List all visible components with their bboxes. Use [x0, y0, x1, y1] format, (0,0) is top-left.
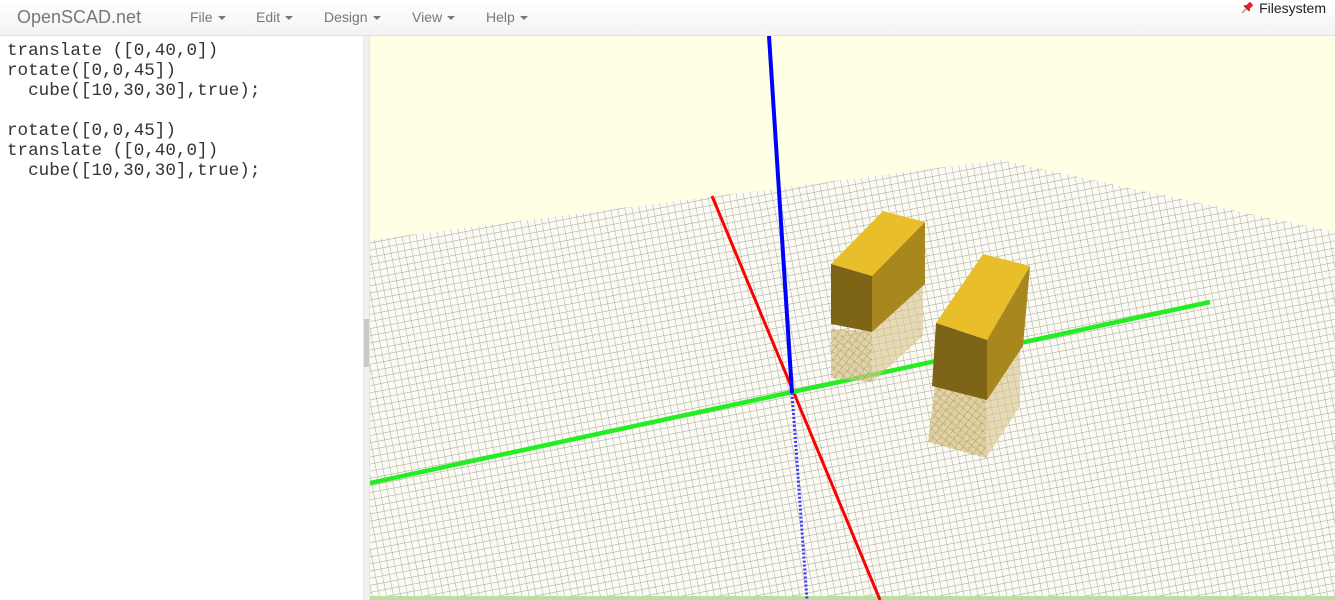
openscad-app: OpenSCAD.net File Edit Design View Help …: [0, 0, 1335, 600]
menu-design-label: Design: [324, 9, 368, 25]
menu-file[interactable]: File: [190, 9, 226, 25]
code-editor[interactable]: translate ([0,40,0]) rotate([0,0,45]) cub…: [0, 36, 363, 600]
menu-view[interactable]: View: [412, 9, 456, 25]
code-line: translate ([0,40,0]): [7, 141, 219, 161]
caret-down-icon: [217, 16, 226, 21]
menu-view-label: View: [412, 9, 443, 25]
filesystem-label: Filesystem: [1259, 0, 1326, 16]
cube-1-front: [831, 264, 872, 332]
caret-down-icon: [285, 16, 294, 21]
caret-down-icon: [372, 16, 381, 21]
menu-edit[interactable]: Edit: [256, 9, 294, 25]
3d-viewport[interactable]: [370, 36, 1335, 600]
caret-down-icon: [519, 16, 528, 21]
navbar: OpenSCAD.net File Edit Design View Help …: [0, 0, 1335, 36]
viewport-bottom-bar: [370, 596, 1335, 600]
cube-1-reflection-grid: [831, 329, 872, 382]
code-line: cube([10,30,30],true);: [7, 81, 261, 101]
filesystem-button[interactable]: Filesystem: [1239, 0, 1326, 16]
code-line: rotate([0,0,45]): [7, 61, 176, 81]
code-line: translate ([0,40,0]): [7, 41, 219, 61]
splitter-handle[interactable]: [364, 319, 369, 367]
code-line: rotate([0,0,45]): [7, 121, 176, 141]
3d-scene: [370, 36, 1335, 600]
menu-help[interactable]: Help: [486, 9, 528, 25]
brand-logo[interactable]: OpenSCAD.net: [17, 7, 141, 28]
caret-down-icon: [447, 16, 456, 21]
menu-design[interactable]: Design: [324, 9, 381, 25]
code-line: cube([10,30,30],true);: [7, 161, 261, 181]
menu-file-label: File: [190, 9, 213, 25]
pushpin-icon: [1241, 2, 1254, 14]
menu-edit-label: Edit: [256, 9, 281, 25]
menu-help-label: Help: [486, 9, 515, 25]
pane-splitter[interactable]: [363, 36, 370, 600]
code-text[interactable]: translate ([0,40,0]) rotate([0,0,45]) cub…: [0, 36, 363, 181]
